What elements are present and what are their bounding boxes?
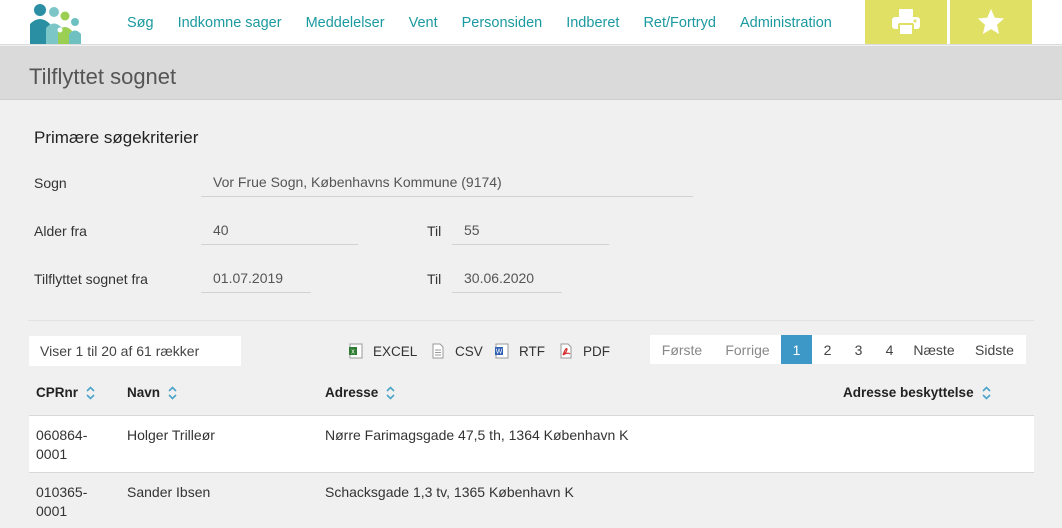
column-header-navn[interactable]: Navn	[127, 385, 177, 400]
cell-cprnr: 010365- 0001	[36, 484, 88, 519]
csv-file-icon	[432, 343, 444, 359]
nav-item-meddelelser[interactable]: Meddelelser	[294, 15, 397, 31]
table-row[interactable]: 060864- 0001 Holger Trilleør Nørre Farim…	[29, 416, 1034, 473]
alder-fra-field[interactable]: 40	[201, 219, 358, 245]
column-header-label: Adresse beskyttelse	[843, 385, 974, 400]
star-icon	[977, 8, 1005, 34]
column-header-adresse-beskyttelse[interactable]: Adresse beskyttelse	[843, 385, 991, 400]
cell-navn: Holger Trilleør	[127, 427, 215, 443]
alder-fra-label: Alder fra	[34, 223, 87, 239]
nav-item-administration[interactable]: Administration	[728, 15, 844, 31]
pager-last[interactable]: Sidste	[963, 335, 1026, 364]
cell-cprnr: 060864- 0001	[36, 427, 88, 462]
pagination: Første Forrige 1 2 3 4 Næste Sidste	[650, 335, 1026, 364]
column-header-label: CPRnr	[36, 385, 79, 400]
export-rtf-button[interactable]: W RTF	[494, 343, 545, 359]
export-rtf-label: RTF	[519, 343, 545, 359]
print-icon	[892, 9, 920, 36]
pager-page-1[interactable]: 1	[781, 335, 812, 364]
pager-page-2[interactable]: 2	[812, 335, 843, 364]
table-header: CPRnr Navn Adresse Adresse beskyttelse	[29, 370, 1034, 416]
results-table: CPRnr Navn Adresse Adresse beskyttelse 0…	[29, 370, 1034, 528]
criteria-heading: Primære søgekriterier	[34, 128, 199, 147]
alder-til-label: Til	[427, 223, 442, 239]
row-count-info: Viser 1 til 20 af 61 rækker	[29, 336, 241, 366]
top-navigation-bar: Søg Indkomne sager Meddelelser Vent Pers…	[0, 0, 1062, 45]
alder-til-field[interactable]: 55	[452, 219, 609, 245]
cell-navn: Sander Ibsen	[127, 484, 211, 500]
table-row[interactable]: 010365- 0001 Sander Ibsen Schacksgade 1,…	[29, 473, 1034, 528]
export-csv-label: CSV	[455, 343, 483, 359]
nav-item-personsiden[interactable]: Personsiden	[450, 15, 555, 31]
cell-adresse: Schacksgade 1,3 tv, 1365 København K	[325, 484, 574, 500]
print-button[interactable]	[865, 0, 947, 44]
export-pdf-label: PDF	[583, 343, 610, 359]
pager-page-3[interactable]: 3	[843, 335, 874, 364]
pager-previous[interactable]: Forrige	[714, 335, 781, 364]
pdf-file-icon	[560, 343, 572, 359]
nav-item-vent[interactable]: Vent	[397, 15, 450, 31]
sogn-field[interactable]: Vor Frue Sogn, Københavns Kommune (9174)	[201, 171, 693, 197]
favorite-button[interactable]	[950, 0, 1032, 44]
page-title: Tilflyttet sognet	[29, 64, 177, 89]
results-panel: Viser 1 til 20 af 61 rækker x EXCEL CSV …	[28, 320, 1034, 528]
column-header-adresse[interactable]: Adresse	[325, 385, 395, 400]
tilflyttet-til-label: Til	[427, 271, 442, 287]
nav-item-ret-fortryd[interactable]: Ret/Fortryd	[631, 15, 728, 31]
export-pdf-button[interactable]: PDF	[558, 343, 610, 359]
export-csv-button[interactable]: CSV	[430, 343, 483, 359]
nav-item-indkomne-sager[interactable]: Indkomne sager	[166, 15, 294, 31]
sort-icon	[386, 385, 395, 400]
export-excel-button[interactable]: x EXCEL	[348, 343, 417, 359]
search-criteria-panel: Primære søgekriterier Sogn Vor Frue Sogn…	[0, 100, 1062, 320]
svg-text:x: x	[351, 349, 355, 356]
column-header-cprnr[interactable]: CPRnr	[36, 385, 95, 400]
rtf-file-icon: W	[495, 343, 509, 359]
main-nav: Søg Indkomne sager Meddelelser Vent Pers…	[115, 0, 844, 45]
sort-icon	[982, 385, 991, 400]
sort-icon	[168, 385, 177, 400]
pager-next[interactable]: Næste	[905, 335, 963, 364]
pager-page-4[interactable]: 4	[874, 335, 905, 364]
nav-item-indberet[interactable]: Indberet	[554, 15, 631, 31]
tilflyttet-fra-label: Tilflyttet sognet fra	[34, 271, 148, 287]
pager-first[interactable]: Første	[650, 335, 714, 364]
cell-adresse: Nørre Farimagsgade 47,5 th, 1364 Københa…	[325, 427, 629, 443]
page-header: Tilflyttet sognet	[0, 46, 1062, 100]
column-header-label: Adresse	[325, 385, 379, 400]
tilflyttet-til-field[interactable]: 30.06.2020	[452, 267, 562, 293]
sort-icon	[86, 385, 95, 400]
export-excel-label: EXCEL	[373, 343, 418, 359]
svg-text:W: W	[496, 349, 503, 356]
sogn-label: Sogn	[34, 175, 67, 191]
nav-item-sog[interactable]: Søg	[115, 15, 166, 31]
excel-file-icon: x	[349, 343, 363, 359]
column-header-label: Navn	[127, 385, 161, 400]
logo[interactable]	[27, 2, 85, 44]
tilflyttet-fra-field[interactable]: 01.07.2019	[201, 267, 311, 293]
